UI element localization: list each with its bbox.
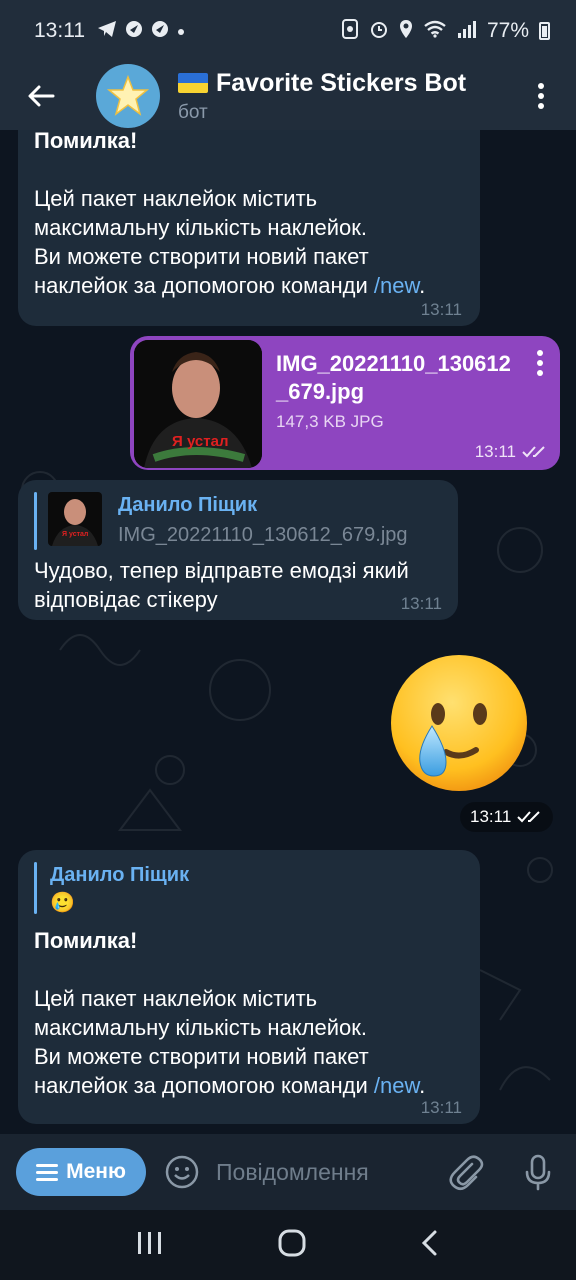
chat-header: Favorite Stickers Bot бот xyxy=(0,62,576,130)
message-line: максимальну кількість наклейок. xyxy=(34,1015,368,1040)
message-time: 13:11 xyxy=(400,594,442,613)
file-thumbnail[interactable]: Я устал xyxy=(134,340,262,468)
message-time: 13:11 xyxy=(420,1098,462,1117)
dot-icon xyxy=(177,21,185,41)
smiling-face-with-tear-icon xyxy=(391,655,527,791)
smile-icon xyxy=(165,1155,199,1189)
status-bar: 13:11 77% xyxy=(0,0,576,62)
arrow-left-icon xyxy=(28,85,55,107)
message-time: 13:11 xyxy=(470,807,512,826)
bot-menu-button[interactable]: Меню xyxy=(16,1148,146,1196)
nav-app-icon-2 xyxy=(151,20,169,43)
location-icon xyxy=(399,19,413,44)
microphone-icon xyxy=(525,1154,551,1191)
file-size: 147,3 KB JPG xyxy=(276,412,384,431)
recent-apps-button[interactable] xyxy=(136,1230,164,1261)
menu-icon xyxy=(36,1164,59,1181)
message-line: Ви можете створити новий пакет xyxy=(34,244,369,269)
recent-apps-icon xyxy=(138,1231,162,1254)
paperclip-icon xyxy=(449,1155,484,1191)
system-nav-bar xyxy=(0,1210,576,1280)
alarm-icon xyxy=(369,19,389,44)
double-check-icon xyxy=(522,446,545,458)
new-command-link[interactable]: /new xyxy=(374,1073,419,1098)
double-check-icon xyxy=(517,811,540,823)
file-name: IMG_20221110_130612 xyxy=(276,351,511,376)
chat-area[interactable]: Помилка! Цей пакет наклейок містить макс… xyxy=(0,130,576,1134)
notification-icons xyxy=(97,20,185,43)
telegram-icon xyxy=(97,20,117,43)
message-input[interactable]: Повідомлення xyxy=(216,1159,446,1186)
message-line: наклейок за допомогою команди xyxy=(34,1073,374,1098)
nav-app-icon xyxy=(125,20,143,43)
reply-author: Данило Піщик xyxy=(50,864,190,886)
more-vertical-icon xyxy=(538,83,544,109)
back-button[interactable] xyxy=(0,62,82,130)
file-name-cont: _679.jpg xyxy=(276,379,365,404)
photo-thumbnail-image: Я устал xyxy=(134,340,262,468)
message-line: Чудово, тепер відправте емодзі який xyxy=(34,558,409,583)
message-line: Цей пакет наклейок містить xyxy=(34,186,318,211)
bot-message[interactable]: Помилка! Цей пакет наклейок містить макс… xyxy=(18,130,480,326)
message-punct: . xyxy=(419,273,426,298)
chat-titles[interactable]: Favorite Stickers Bot бот xyxy=(178,69,466,124)
bot-message[interactable]: Данило Піщик 🥲 Помилка! Цей пакет наклей… xyxy=(18,850,480,1124)
reply-emoji: 🥲 xyxy=(50,892,75,914)
message-line: максимальну кількість наклейок. xyxy=(34,215,368,240)
chat-title: Favorite Stickers Bot xyxy=(216,68,467,97)
bot-reply-message[interactable]: Я устал Данило Піщик IMG_20221110_130612… xyxy=(18,480,458,620)
message-time: 13:11 xyxy=(474,442,516,461)
reply-thumbnail: Я устал xyxy=(48,492,102,546)
bot-avatar[interactable] xyxy=(96,64,160,128)
message-punct: . xyxy=(419,1073,426,1098)
home-icon xyxy=(278,1229,306,1256)
system-back-button[interactable] xyxy=(420,1229,440,1262)
reply-thumb-caption: Я устал xyxy=(62,531,88,538)
file-menu-button[interactable] xyxy=(536,350,544,381)
thumb-caption: Я устал xyxy=(172,433,228,450)
message-line: Цей пакет наклейок містить xyxy=(34,986,318,1011)
message-heading: Помилка! xyxy=(34,928,138,953)
home-button[interactable] xyxy=(277,1228,307,1263)
system-icons: 77% xyxy=(341,18,550,44)
ukraine-flag-icon xyxy=(178,73,208,93)
message-line: Ви можете створити новий пакет xyxy=(34,1044,369,1069)
message-heading: Помилка! xyxy=(34,130,138,153)
star-icon xyxy=(106,74,150,116)
sticker-message[interactable] xyxy=(388,652,530,794)
outgoing-file-message[interactable]: Я устал IMG_20221110_130612 _679.jpg 147… xyxy=(130,336,560,470)
chat-subtitle: бот xyxy=(178,101,208,123)
sticker-time-pill: 13:11 xyxy=(460,802,554,832)
emoji-button[interactable] xyxy=(164,1154,200,1190)
message-line: наклейок за допомогою команди xyxy=(34,273,374,298)
message-line: відповідає стікеру xyxy=(34,587,218,612)
recycle-icon xyxy=(341,18,359,44)
more-vertical-icon xyxy=(537,350,543,376)
message-input-bar: Меню Повідомлення xyxy=(0,1134,576,1210)
new-command-link[interactable]: /new xyxy=(374,273,419,298)
chevron-left-icon xyxy=(421,1230,437,1255)
menu-label: Меню xyxy=(66,1160,126,1183)
reply-author: Данило Піщик xyxy=(118,494,258,516)
chat-menu-button[interactable] xyxy=(506,62,576,130)
battery-icon xyxy=(539,22,550,40)
wifi-icon xyxy=(423,20,447,43)
message-time: 13:11 xyxy=(420,300,462,319)
attach-button[interactable] xyxy=(446,1152,486,1192)
reply-file: IMG_20221110_130612_679.jpg xyxy=(118,524,408,546)
voice-record-button[interactable] xyxy=(518,1152,558,1192)
status-time: 13:11 xyxy=(34,19,85,42)
signal-icon xyxy=(457,20,477,43)
battery-percent: 77% xyxy=(486,19,529,42)
